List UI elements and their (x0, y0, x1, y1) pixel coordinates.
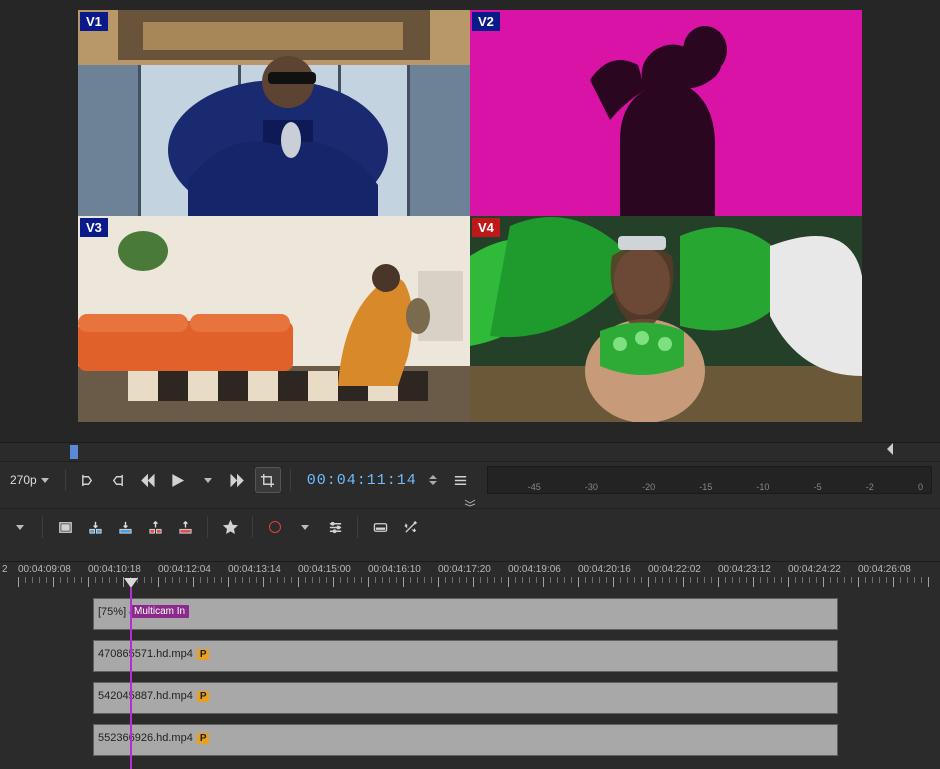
panel-resize-grip[interactable] (0, 498, 940, 508)
timeline-toolbar (0, 508, 940, 545)
levels-ticks: -45 -30 -20 -15 -10 -5 -2 0 (488, 467, 931, 493)
cell-v2[interactable]: V2 (470, 10, 862, 216)
ruler-label: 00:04:23:12 (718, 564, 771, 575)
clip[interactable]: 470865571.hd.mp4P (93, 640, 838, 672)
proxy-badge: P (197, 691, 210, 702)
cell-label: V1 (80, 12, 108, 31)
in-marker[interactable] (70, 445, 78, 459)
timeline-tracks[interactable]: [75%] 4.mp4PMulticam In 470865571.hd.mp4P… (0, 592, 940, 769)
crop-icon[interactable] (256, 468, 280, 492)
cell-label: V2 (472, 12, 500, 31)
caret-down-icon (41, 478, 49, 483)
frame-view-icon[interactable] (53, 515, 77, 539)
thumb-v3 (78, 216, 470, 422)
clip[interactable]: [75%] 4.mp4PMulticam In (93, 598, 838, 630)
proxy-badge: P (197, 733, 210, 744)
play-mode-caret-icon[interactable] (196, 468, 220, 492)
magic-wand-icon[interactable] (398, 515, 422, 539)
menu-icon[interactable] (449, 468, 473, 492)
rewind-icon[interactable] (136, 468, 160, 492)
timecode-display[interactable]: 00:04:11:14 (301, 472, 423, 489)
cell-v3[interactable]: V3 (78, 216, 470, 422)
proxy-badge: P (197, 649, 210, 660)
out-marker[interactable] (887, 443, 895, 455)
cell-v1[interactable]: V1 (78, 10, 470, 216)
transport-bar: 270p 00:04:11:14 -45 -30 -20 -15 -10 -5 … (0, 461, 940, 498)
ruler-label: 00:04:19:06 (508, 564, 561, 575)
thumb-v4 (470, 216, 862, 422)
multicam-in-marker: Multicam In (130, 605, 189, 618)
play-icon[interactable] (166, 468, 190, 492)
ruler-label: 00:04:16:10 (368, 564, 421, 575)
ruler-label: 00:04:10:18 (88, 564, 141, 575)
clip[interactable]: 552366926.hd.mp4P (93, 724, 838, 756)
ruler-label: 00:04:12:04 (158, 564, 211, 575)
resolution-value: 270p (10, 473, 37, 487)
ruler-label: 00:04:09:08 (18, 564, 71, 575)
cell-label: V4 (472, 218, 500, 237)
clip-label: 470865571.hd.mp4P (98, 648, 209, 660)
clip-label: 542045887.hd.mp4P (98, 690, 209, 702)
ruler-ticks (0, 577, 940, 589)
remove-clip-icon[interactable] (143, 515, 167, 539)
multicam-viewer: V1 (0, 0, 940, 442)
ruler-label: 00:04:13:14 (228, 564, 281, 575)
overwrite-clip-icon[interactable] (113, 515, 137, 539)
record-icon[interactable] (263, 515, 287, 539)
cell-v4[interactable]: V4 (470, 216, 862, 422)
ruler-label: 00:04:26:08 (858, 564, 911, 575)
clip-label: 552366926.hd.mp4P (98, 732, 209, 744)
ruler-label: 00:04:15:00 (298, 564, 351, 575)
ruler-clip-left: 2 (2, 564, 8, 575)
ruler-label: 00:04:17:20 (438, 564, 491, 575)
multicam-grid: V1 (78, 10, 862, 422)
expand-caret-icon[interactable] (8, 515, 32, 539)
insert-clip-icon[interactable] (83, 515, 107, 539)
settings-sliders-icon[interactable] (323, 515, 347, 539)
record-caret-icon[interactable] (293, 515, 317, 539)
thumb-v2 (470, 10, 862, 216)
set-out-icon[interactable] (106, 468, 130, 492)
playhead-line (130, 592, 132, 769)
fast-forward-icon[interactable] (226, 468, 250, 492)
cell-label: V3 (80, 218, 108, 237)
ruler-label: 00:04:24:22 (788, 564, 841, 575)
resolution-select[interactable]: 270p (8, 473, 55, 487)
ruler-label: 00:04:20:16 (578, 564, 631, 575)
star-icon[interactable] (218, 515, 242, 539)
mini-timeline[interactable] (0, 442, 940, 461)
clip[interactable]: 542045887.hd.mp4P (93, 682, 838, 714)
set-in-icon[interactable] (76, 468, 100, 492)
timecode-stepper[interactable] (429, 470, 443, 490)
lift-clip-icon[interactable] (173, 515, 197, 539)
ruler-label: 00:04:22:02 (648, 564, 701, 575)
subtitle-icon[interactable] (368, 515, 392, 539)
timeline-ruler[interactable]: 2 00:04:09:08 00:04:10:18 00:04:12:04 00:04… (0, 561, 940, 592)
thumb-v1 (78, 10, 470, 216)
audio-levels: -45 -30 -20 -15 -10 -5 -2 0 (487, 466, 932, 494)
